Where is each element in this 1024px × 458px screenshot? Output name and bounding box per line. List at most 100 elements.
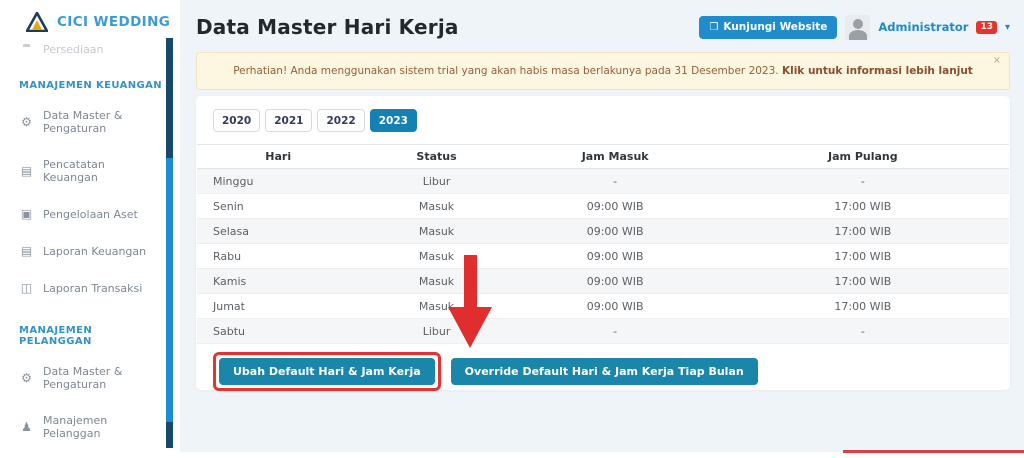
ubah-default-button[interactable]: Ubah Default Hari & Jam Kerja — [219, 358, 435, 385]
table-cell: Libur — [359, 318, 514, 344]
table-cell: 09:00 WIB — [513, 218, 717, 244]
user-name[interactable]: Administrator — [878, 20, 968, 34]
app-root: ♟Manajemen PersediaanMANAJEMEN KEUANGAN⚙… — [0, 0, 1024, 458]
cogs-icon: ⚙ — [21, 115, 32, 129]
scrollbar-track — [166, 38, 173, 158]
table-row-sabtu: Sabtu Libur - - — [197, 318, 1009, 344]
sidebar-section-title: MANAJEMEN PELANGGAN — [19, 325, 93, 347]
table-cell: 09:00 WIB — [513, 268, 717, 294]
table-cell: Masuk — [359, 268, 514, 294]
avatar-body — [848, 29, 867, 40]
table-cell: - — [716, 318, 1009, 344]
sidebar-item-pengelolaan-aset[interactable]: ▣ Pengelolaan Aset — [6, 201, 160, 227]
table-cell: - — [513, 318, 717, 344]
table-cell: Masuk — [359, 218, 514, 244]
table-cell: Minggu — [197, 168, 360, 194]
sidebar-item-label: Pencatatan Keuangan — [43, 158, 105, 184]
page-header: Data Master Hari Kerja ❐ Kunjungi Websit… — [196, 10, 1010, 44]
external-link-icon: ❐ — [709, 21, 719, 33]
table-header-row: Hari Status Jam Masuk Jam Pulang — [197, 144, 1009, 169]
table-row-jumat: Jumat Masuk 09:00 WIB 17:00 WIB — [197, 293, 1009, 319]
year-tabs: 2020 2021 2022 2023 — [196, 96, 1010, 144]
sidebar-item-label: Data Master & Pengaturan — [43, 109, 123, 135]
visit-website-label: Kunjungi Website — [723, 21, 828, 33]
sidebar-item-label: Pengelolaan Aset — [43, 207, 138, 221]
table-cell: Libur — [359, 168, 514, 194]
brand-name: CICI WEDDING — [57, 14, 171, 30]
column-header-status: Status — [359, 144, 514, 169]
sidebar-item-data-master-pengaturan[interactable]: ⚙ Data Master & Pengaturan — [6, 103, 160, 141]
brand[interactable]: CICI WEDDING — [0, 0, 180, 44]
table-row-selasa: Selasa Masuk 09:00 WIB 17:00 WIB — [197, 218, 1009, 244]
sidebar-section-title: MANAJEMEN KEUANGAN — [19, 80, 163, 91]
scrollbar-track — [166, 422, 173, 448]
table-cell: Kamis — [197, 268, 360, 294]
table-body: Minggu Libur - - Senin Masuk 09:00 WIB 17:00 WI… — [197, 168, 1009, 344]
working-days-table: Hari Status Jam Masuk Jam Pulang Minggu Libu… — [197, 144, 1009, 344]
tab-year-2022[interactable]: 2022 — [317, 109, 365, 132]
table-cell: Masuk — [359, 293, 514, 319]
trial-warning-normal: Perhatian! Anda menggunakan sistem trial… — [233, 65, 782, 77]
money-icon: ▤ — [20, 164, 33, 178]
table-cell: Masuk — [359, 243, 514, 269]
brand-logo-icon — [26, 12, 48, 32]
table-cell: 17:00 WIB — [716, 268, 1009, 294]
override-default-button[interactable]: Override Default Hari & Jam Kerja Tiap B… — [450, 358, 758, 385]
sidebar-scrollbar[interactable] — [166, 38, 173, 448]
table-row-senin: Senin Masuk 09:00 WIB 17:00 WIB — [197, 193, 1009, 219]
action-buttons: Ubah Default Hari & Jam Kerja Override D… — [213, 352, 758, 391]
table-cell: 17:00 WIB — [716, 243, 1009, 269]
money-icon: ▤ — [20, 244, 33, 258]
table-cell: 17:00 WIB — [716, 293, 1009, 319]
sidebar-item-label: Laporan Keuangan — [43, 244, 147, 258]
working-days-card: 2020 2021 2022 2023 Hari Status Jam Masuk Jam … — [196, 96, 1010, 391]
tab-year-2021[interactable]: 2021 — [265, 109, 313, 132]
table-cell: Sabtu — [197, 318, 360, 344]
sidebar-item-label: Manajemen Pelanggan — [43, 414, 108, 440]
visit-website-button[interactable]: ❐ Kunjungi Website — [699, 15, 838, 39]
column-header-jam-pulang: Jam Pulang — [716, 144, 1009, 169]
main-content: Data Master Hari Kerja ❐ Kunjungi Websit… — [180, 0, 1024, 458]
scrollbar-thumb[interactable] — [166, 158, 173, 422]
cogs-icon: ⚙ — [21, 371, 32, 385]
users-icon: ♟ — [21, 420, 32, 434]
table-cell: Senin — [197, 193, 360, 219]
notification-badge[interactable]: 13 — [976, 20, 997, 34]
table-row-rabu: Rabu Masuk 09:00 WIB 17:00 WIB — [197, 243, 1009, 269]
book-icon: ◫ — [20, 281, 33, 295]
table-cell: 17:00 WIB — [716, 218, 1009, 244]
table-row-kamis: Kamis Masuk 09:00 WIB 17:00 WIB — [197, 268, 1009, 294]
close-icon[interactable]: × — [993, 55, 1001, 66]
sidebar-item-label: Laporan Transaksi — [43, 281, 143, 295]
table-cell: 17:00 WIB — [716, 193, 1009, 219]
table-cell: Selasa — [197, 218, 360, 244]
table-cell: 09:00 WIB — [513, 293, 717, 319]
avatar-head — [852, 18, 863, 29]
table-cell: - — [513, 168, 717, 194]
sidebar-item-data-master-pengaturan[interactable]: ⚙ Data Master & Pengaturan — [6, 359, 160, 397]
table-row-minggu: Minggu Libur - - — [197, 168, 1009, 194]
table-cell: - — [716, 168, 1009, 194]
table-cell: 09:00 WIB — [513, 193, 717, 219]
sidebar-menu: ♟Manajemen PersediaanMANAJEMEN KEUANGAN⚙… — [0, 24, 166, 458]
column-header-jam-masuk: Jam Masuk — [513, 144, 717, 169]
tab-year-2020[interactable]: 2020 — [213, 109, 261, 132]
briefcase-icon: ▣ — [20, 207, 33, 221]
avatar[interactable] — [845, 14, 871, 40]
sidebar: ♟Manajemen PersediaanMANAJEMEN KEUANGAN⚙… — [0, 0, 180, 458]
sidebar-item-laporan-transaksi[interactable]: ◫ Laporan Transaksi — [6, 275, 160, 301]
annotation-highlight-box: Ubah Default Hari & Jam Kerja — [213, 352, 441, 391]
page-title: Data Master Hari Kerja — [196, 15, 459, 39]
annotation-partial-box — [843, 450, 1024, 453]
sidebar-item-laporan-keuangan[interactable]: ▤ Laporan Keuangan — [6, 238, 160, 264]
trial-warning-link[interactable]: Klik untuk informasi lebih lanjut — [782, 65, 973, 77]
table-cell: Masuk — [359, 193, 514, 219]
sidebar-item-manajemen-pelanggan[interactable]: ♟ Manajemen Pelanggan — [6, 408, 160, 446]
tab-year-2023[interactable]: 2023 — [369, 109, 417, 132]
table-cell: Jumat — [197, 293, 360, 319]
caret-down-icon[interactable]: ▾ — [1005, 22, 1010, 33]
sidebar-item-label: Data Master & Pengaturan — [43, 365, 123, 391]
trial-warning-banner: Perhatian! Anda menggunakan sistem trial… — [196, 52, 1010, 90]
sidebar-item-pencatatan-keuangan[interactable]: ▤ Pencatatan Keuangan — [6, 152, 160, 190]
table-cell: Rabu — [197, 243, 360, 269]
